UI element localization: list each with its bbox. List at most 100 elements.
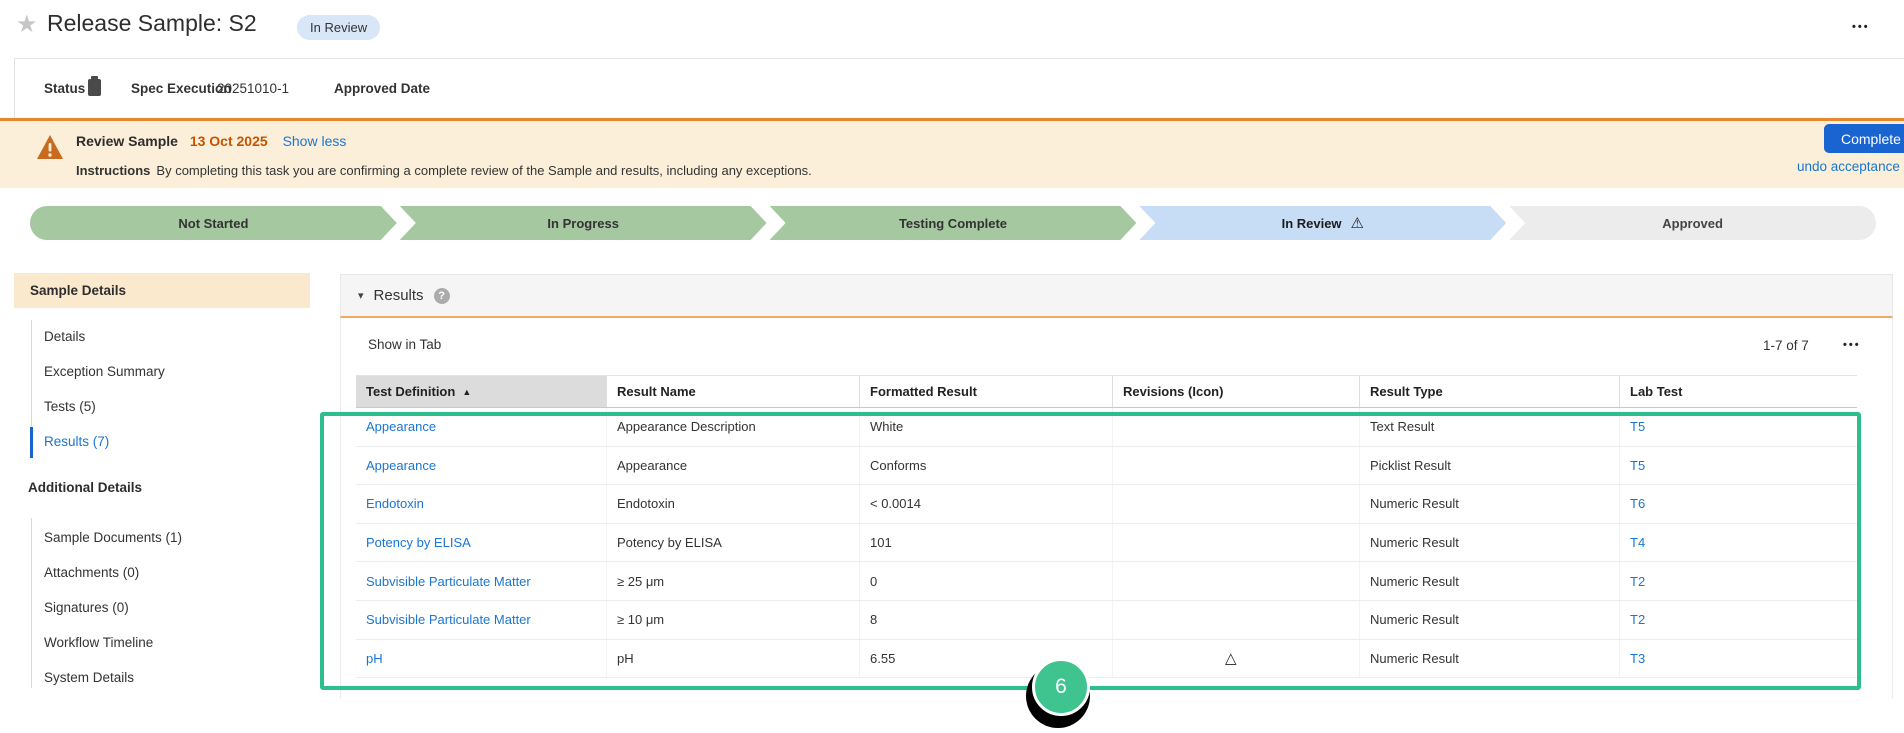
lab-test-link[interactable]: T4 [1630,535,1645,550]
sidebar-item-sample-details[interactable]: Sample Details [14,273,310,308]
approved-date-label: Approved Date [334,81,431,96]
sidebar-selected-indicator [30,427,33,458]
results-section-title: Results [373,287,424,304]
cell-result-name: Endotoxin [607,485,860,523]
lab-test-link[interactable]: T2 [1630,574,1645,589]
stage-in-progress: In Progress [400,206,767,240]
sidebar-item-exception-summary[interactable]: Exception Summary [44,364,165,379]
cell-formatted-result: White [860,408,1113,446]
column-header-revisions[interactable]: Revisions (Icon) [1113,376,1360,407]
cell-formatted-result: 0 [860,562,1113,600]
column-header-formatted-result[interactable]: Formatted Result [860,376,1113,407]
test-definition-link[interactable]: Appearance [366,458,436,473]
column-header-test-definition[interactable]: Test Definition ▲ [356,376,607,407]
lab-test-link[interactable]: T5 [1630,419,1645,434]
test-definition-link[interactable]: Appearance [366,419,436,434]
sort-asc-icon: ▲ [462,386,472,397]
instructions-text: By completing this task you are confirmi… [156,163,812,178]
status-field-label: Status [44,81,86,96]
cell-result-type: Numeric Result [1360,523,1620,562]
table-row: Appearance Appearance Conforms Picklist … [356,446,1857,486]
task-due-date: 13 Oct 2025 [189,133,268,149]
cell-result-type: Numeric Result [1360,600,1620,639]
table-row: Potency by ELISA Potency by ELISA 101 Nu… [356,523,1857,563]
cell-result-name: ≥ 25 μm [607,562,860,600]
cell-revisions [1113,485,1360,523]
sidebar-group-line [31,518,32,688]
page-title: Release Sample: S2 [47,10,257,36]
test-definition-link[interactable]: Potency by ELISA [366,535,471,550]
complete-button[interactable]: Complete [1824,124,1904,153]
show-less-link[interactable]: Show less [283,133,347,149]
favorite-star-icon[interactable]: ★ [16,13,38,37]
show-in-tab-link[interactable]: Show in Tab [368,337,441,352]
cell-result-type: Numeric Result [1360,485,1620,523]
results-table-body: Appearance Appearance Description White … [356,408,1857,679]
help-icon[interactable]: ? [433,287,450,304]
sidebar-header-additional-details: Additional Details [28,480,143,495]
lab-test-link[interactable]: T3 [1630,651,1645,666]
lab-test-link[interactable]: T5 [1630,458,1645,473]
results-section-header: ▾ Results ? [340,274,1893,318]
cell-result-name: ≥ 10 μm [607,600,860,639]
sidebar-item-results[interactable]: Results (7) [44,434,109,449]
test-definition-link[interactable]: Endotoxin [366,496,424,511]
cell-result-type: Picklist Result [1360,446,1620,485]
stage-in-review: In Review ⚠ [1139,206,1506,240]
collapse-icon[interactable]: ▾ [358,289,364,302]
sidebar-item-workflow-timeline[interactable]: Workflow Timeline [44,635,153,650]
table-actions-menu-icon[interactable]: ••• [1843,339,1861,351]
table-row: pH pH 6.55 △ Numeric Result T3 [356,639,1857,679]
test-definition-link[interactable]: Subvisible Particulate Matter [366,574,531,589]
cell-revisions [1113,408,1360,446]
cell-result-name: Appearance Description [607,408,860,446]
sidebar-item-attachments[interactable]: Attachments (0) [44,565,139,580]
page-actions-menu-icon[interactable]: ••• [1852,21,1870,33]
sidebar-item-details[interactable]: Details [44,329,85,344]
column-header-result-type[interactable]: Result Type [1360,376,1620,407]
cell-result-type: Text Result [1360,408,1620,446]
results-table-header: Test Definition ▲ Result Name Formatted … [356,375,1857,408]
cell-revisions [1113,562,1360,600]
instructions-label: Instructions [76,163,151,178]
cell-revisions [1113,446,1360,485]
stage-testing-complete: Testing Complete [770,206,1137,240]
stage-not-started: Not Started [30,206,397,240]
cell-formatted-result: Conforms [860,446,1113,485]
task-banner: Review Sample 13 Oct 2025 Show less Inst… [0,118,1904,188]
stage-approved: Approved [1509,206,1876,240]
table-row: Subvisible Particulate Matter ≥ 10 μm 8 … [356,600,1857,640]
clipboard-icon [88,76,101,96]
test-definition-link[interactable]: Subvisible Particulate Matter [366,612,531,627]
cell-formatted-result: 8 [860,600,1113,639]
status-badge: In Review [297,15,381,40]
cell-revisions [1113,600,1360,639]
stage-warning-icon: ⚠ [1350,215,1364,232]
pagination-text: 1-7 of 7 [1763,338,1809,353]
cell-revisions [1113,523,1360,562]
lab-test-link[interactable]: T6 [1630,496,1645,511]
column-header-result-name[interactable]: Result Name [607,376,860,407]
lab-test-link[interactable]: T2 [1630,612,1645,627]
cell-result-name: Potency by ELISA [607,523,860,562]
sidebar-item-tests[interactable]: Tests (5) [44,399,96,414]
sidebar-item-system-details[interactable]: System Details [44,670,134,685]
cell-result-type: Numeric Result [1360,562,1620,600]
cell-formatted-result: < 0.0014 [860,485,1113,523]
revision-triangle-icon: △ [1113,639,1360,678]
table-row: Endotoxin Endotoxin < 0.0014 Numeric Res… [356,485,1857,524]
table-row: Appearance Appearance Description White … [356,408,1857,447]
task-name: Review Sample [76,133,178,149]
page: ★ Release Sample: S2 In Review ••• Statu… [0,0,1904,733]
column-header-lab-test[interactable]: Lab Test [1620,376,1857,407]
cell-formatted-result: 101 [860,523,1113,562]
warning-triangle-icon [36,134,64,165]
meta-bar: Status Spec Execution 20251010-1 Approve… [14,58,1904,118]
table-row: Subvisible Particulate Matter ≥ 25 μm 0 … [356,562,1857,601]
undo-acceptance-link[interactable]: undo acceptance [1797,159,1900,174]
cell-result-name: Appearance [607,446,860,485]
cell-result-name: pH [607,639,860,678]
sidebar-item-sample-documents[interactable]: Sample Documents (1) [44,530,182,545]
test-definition-link[interactable]: pH [366,651,383,666]
sidebar-item-signatures[interactable]: Signatures (0) [44,600,129,615]
